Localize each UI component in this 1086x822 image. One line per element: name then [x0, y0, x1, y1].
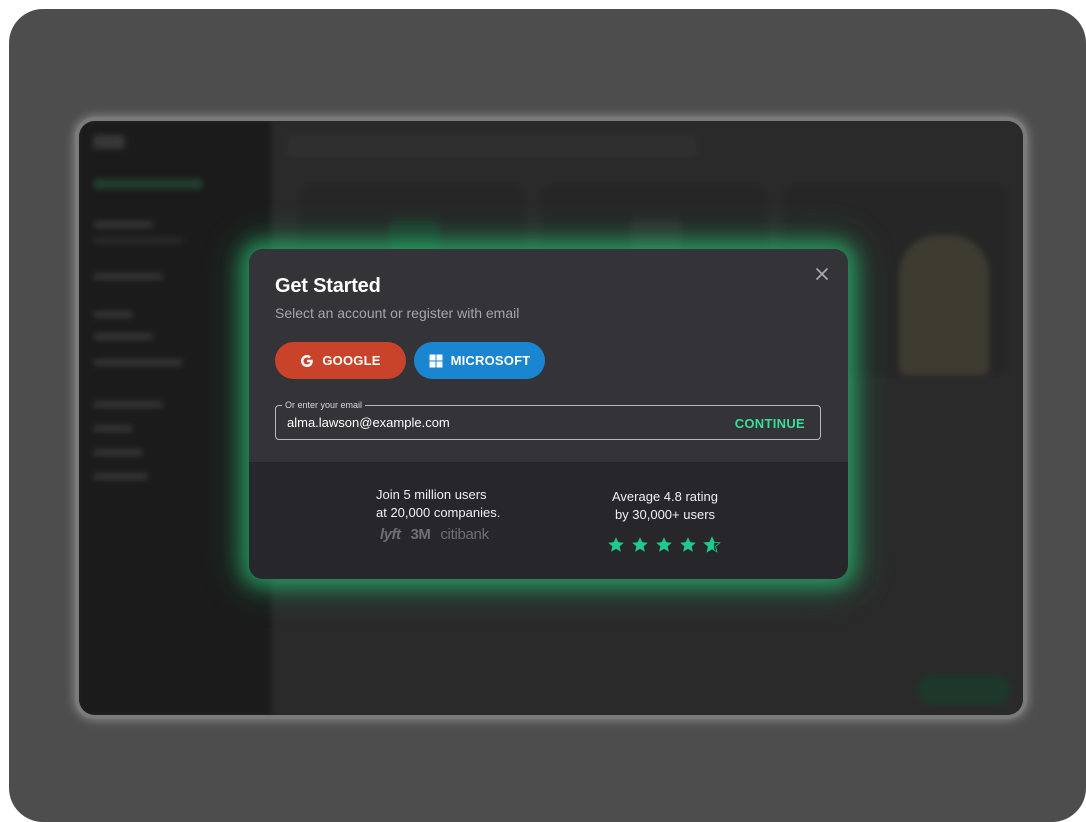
modal-social-proof-section: Join 5 million users at 20,000 companies…	[249, 462, 848, 579]
users-stat-line1: Join 5 million users	[376, 487, 487, 502]
email-field-label: Or enter your email	[282, 399, 366, 411]
users-stat-line2: at 20,000 companies.	[376, 505, 501, 520]
email-input[interactable]	[287, 415, 707, 430]
rating-stars	[607, 536, 721, 554]
star-icon	[680, 537, 696, 552]
modal-subtitle: Select an account or register with email	[275, 305, 520, 321]
3m-logo: 3M	[410, 526, 431, 543]
google-icon	[301, 354, 314, 367]
microsoft-sign-in-button[interactable]: MICROSOFT	[414, 342, 545, 379]
close-button[interactable]	[812, 264, 832, 284]
microsoft-button-label: MICROSOFT	[450, 353, 531, 368]
company-logos: lyft 3M citibank	[380, 526, 489, 543]
google-button-label: GOOGLE	[322, 353, 381, 368]
continue-button[interactable]: CONTINUE	[735, 416, 805, 431]
windows-icon	[429, 354, 443, 367]
rating-stat-line2: by 30,000+ users	[614, 507, 716, 522]
rating-stat: Average 4.8 rating by 30,000+ users	[610, 488, 720, 524]
lyft-logo: lyft	[380, 526, 401, 543]
star-icon	[632, 537, 648, 552]
google-sign-in-button[interactable]: GOOGLE	[275, 342, 406, 379]
get-started-modal: Get Started Select an account or registe…	[249, 249, 848, 579]
star-icon	[703, 536, 721, 553]
star-icon	[656, 537, 672, 552]
citibank-logo: citibank	[440, 526, 489, 543]
close-icon	[816, 268, 828, 280]
rating-stat-line1: Average 4.8 rating	[612, 489, 718, 504]
star-icon	[608, 537, 624, 552]
modal-top-section: Get Started Select an account or registe…	[249, 249, 848, 462]
email-field-container: Or enter your email CONTINUE	[275, 399, 821, 440]
modal-title: Get Started	[275, 275, 381, 297]
users-stat: Join 5 million users at 20,000 companies…	[376, 486, 500, 522]
